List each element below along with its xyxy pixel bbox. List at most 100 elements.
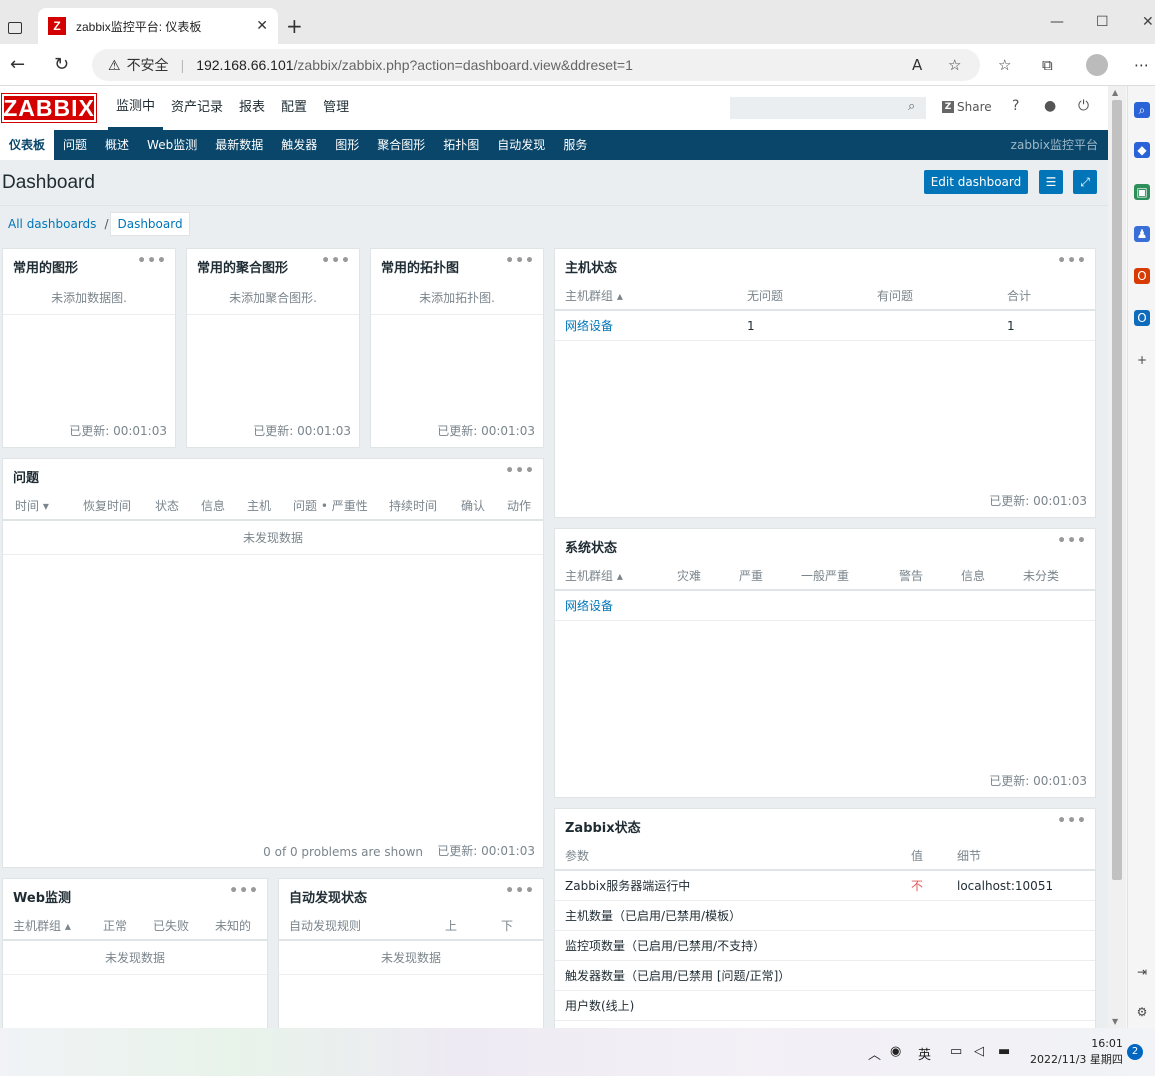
table-header: 主机群组 ▴ 正常 已失败 未知的 bbox=[3, 911, 267, 941]
windows-taskbar: ︿ ◉ 英 ▭ ◁ ▬ 16:01 2022/11/3 星期四 2 bbox=[0, 1028, 1155, 1076]
tab-actions-icon[interactable] bbox=[8, 22, 22, 34]
widget-menu-icon[interactable]: ••• bbox=[1057, 253, 1087, 269]
add-sidebar-icon[interactable]: + bbox=[1134, 352, 1150, 368]
maximize-icon[interactable]: ☐ bbox=[1096, 14, 1109, 30]
minimize-icon[interactable]: — bbox=[1050, 14, 1064, 30]
widget-menu-icon[interactable]: ••• bbox=[137, 253, 167, 269]
menu-reports[interactable]: 报表 bbox=[231, 86, 273, 130]
widget-header: 常用的聚合图形 ••• bbox=[187, 249, 359, 281]
browser-tab[interactable]: Z zabbix监控平台: 仪表板 ✕ bbox=[38, 8, 278, 44]
search-sidebar-icon[interactable]: ⌕ bbox=[1134, 102, 1150, 118]
battery-icon[interactable]: ▬ bbox=[998, 1044, 1010, 1059]
widget-menu-icon[interactable]: ••• bbox=[505, 463, 535, 479]
outlook-icon[interactable]: O bbox=[1134, 310, 1150, 326]
sidebar-exit-icon[interactable]: ⇥ bbox=[1134, 964, 1150, 980]
subnav-dashboard[interactable]: 仪表板 bbox=[0, 130, 55, 160]
subnav-services[interactable]: 服务 bbox=[554, 130, 596, 160]
url-bar[interactable]: ⚠ 不安全 | 192.168.66.101/zabbix/zabbix.php… bbox=[92, 49, 980, 81]
favorites-icon[interactable]: ☆ bbox=[998, 56, 1011, 74]
widget-menu-icon[interactable]: ••• bbox=[229, 883, 259, 899]
taskbar-clock[interactable]: 16:01 2022/11/3 星期四 bbox=[1030, 1036, 1123, 1068]
col-value: 值 bbox=[911, 848, 924, 863]
menu-inventory[interactable]: 资产记录 bbox=[163, 86, 231, 130]
ime-indicator[interactable]: 英 bbox=[918, 1044, 931, 1063]
scroll-down-icon[interactable]: ▼ bbox=[1112, 1017, 1118, 1026]
host-group-link[interactable]: 网络设备 bbox=[565, 317, 747, 334]
profile-avatar[interactable] bbox=[1086, 54, 1108, 76]
tray-expand-icon[interactable]: ︿ bbox=[868, 1044, 881, 1063]
page-scrollbar[interactable]: ▲ ▼ bbox=[1108, 86, 1126, 1028]
col-time[interactable]: 时间 ▾ bbox=[15, 497, 83, 514]
new-tab-icon[interactable]: + bbox=[286, 16, 303, 36]
office-icon[interactable]: O bbox=[1134, 268, 1150, 284]
breadcrumb-dashboard[interactable]: Dashboard bbox=[110, 212, 190, 236]
subnav-maps[interactable]: 拓扑图 bbox=[434, 130, 488, 160]
widget-title: 主机状态 bbox=[565, 261, 618, 276]
user-profile-icon[interactable]: ● bbox=[1044, 98, 1056, 114]
updated-time: 已更新: 00:01:03 bbox=[69, 424, 167, 438]
tools-icon[interactable]: ▣ bbox=[1134, 184, 1150, 200]
subnav-triggers[interactable]: 触发器 bbox=[272, 130, 326, 160]
browser-sidebar: ⌕ ◆ ▣ ♟ O O + ⇥ ⚙ bbox=[1127, 86, 1155, 1028]
collections-icon[interactable]: ⧉ bbox=[1042, 56, 1053, 74]
menu-administration[interactable]: 管理 bbox=[315, 86, 357, 130]
subnav-overview[interactable]: 概述 bbox=[96, 130, 138, 160]
col-host-group[interactable]: 主机群组 ▴ bbox=[565, 287, 747, 304]
widget-menu-icon[interactable]: ••• bbox=[505, 883, 535, 899]
col-host-group[interactable]: 主机群组 ▴ bbox=[565, 567, 677, 584]
share-button[interactable]: Z Share bbox=[942, 100, 992, 114]
table-row: 触发器数量（已启用/已禁用 [问题/正常]） bbox=[555, 961, 1095, 991]
empty-message: 未添加拓扑图. bbox=[371, 281, 543, 315]
col-host-group[interactable]: 主机群组 ▴ bbox=[13, 917, 103, 934]
read-aloud-icon[interactable]: A bbox=[912, 56, 922, 74]
cell-parameter: 监控项数量（已启用/已禁用/不支持） bbox=[565, 939, 766, 953]
subnav-discovery[interactable]: 自动发现 bbox=[488, 130, 554, 160]
subnav-problems[interactable]: 问题 bbox=[54, 130, 96, 160]
notification-badge[interactable]: 2 bbox=[1127, 1044, 1143, 1060]
sidebar-settings-icon[interactable]: ⚙ bbox=[1134, 1004, 1150, 1020]
col-parameter: 参数 bbox=[565, 848, 590, 863]
updated-time: 已更新: 00:01:03 bbox=[437, 844, 535, 858]
volume-icon[interactable]: ◁ bbox=[974, 1044, 984, 1059]
refresh-icon[interactable]: ↻ bbox=[54, 54, 69, 75]
window-close-icon[interactable]: ✕ bbox=[1142, 14, 1154, 30]
more-menu-icon[interactable]: ⋯ bbox=[1134, 56, 1149, 74]
url-separator: | bbox=[180, 57, 185, 73]
cell-total: 1 bbox=[1007, 318, 1015, 333]
tab-close-icon[interactable]: ✕ bbox=[256, 18, 268, 34]
widget-menu-icon[interactable]: ••• bbox=[321, 253, 351, 269]
subnav-screens[interactable]: 聚合图形 bbox=[368, 130, 434, 160]
favorite-add-icon[interactable]: ☆ bbox=[948, 56, 961, 74]
widget-menu-icon[interactable]: ••• bbox=[505, 253, 535, 269]
network-icon[interactable]: ▭ bbox=[950, 1044, 962, 1059]
search-icon[interactable]: ⌕ bbox=[908, 99, 915, 114]
scroll-up-icon[interactable]: ▲ bbox=[1112, 88, 1118, 97]
shopping-icon[interactable]: ◆ bbox=[1134, 142, 1150, 158]
fullscreen-button[interactable]: ⤢ bbox=[1073, 170, 1097, 194]
scrollbar-thumb[interactable] bbox=[1112, 100, 1122, 880]
menu-monitoring[interactable]: 监测中 bbox=[108, 86, 164, 130]
subnav-latest-data[interactable]: 最新数据 bbox=[206, 130, 272, 160]
games-icon[interactable]: ♟ bbox=[1134, 226, 1150, 242]
search-input[interactable] bbox=[730, 97, 926, 119]
clock-date: 2022/11/3 星期四 bbox=[1030, 1053, 1123, 1066]
logout-icon[interactable]: ⏻ bbox=[1078, 98, 1089, 114]
zabbix-logo[interactable]: ZABBIX bbox=[1, 93, 97, 123]
empty-message: 未添加数据图. bbox=[3, 281, 175, 315]
host-group-link[interactable]: 网络设备 bbox=[565, 597, 613, 614]
widget-menu-icon[interactable]: ••• bbox=[1057, 813, 1087, 829]
dashboard-actions-button[interactable]: ☰ bbox=[1039, 170, 1063, 194]
breadcrumb-all-dashboards[interactable]: All dashboards bbox=[2, 213, 102, 235]
qq-icon[interactable]: ◉ bbox=[890, 1044, 901, 1059]
widget-header: 主机状态 ••• bbox=[555, 249, 1095, 281]
col-not-classified: 未分类 bbox=[1023, 568, 1060, 583]
subnav-graphs[interactable]: 图形 bbox=[326, 130, 368, 160]
table-header: 主机群组 ▴ 灾难 严重 一般严重 警告 信息 未分类 bbox=[555, 561, 1095, 591]
help-icon[interactable]: ? bbox=[1012, 98, 1019, 114]
back-icon[interactable]: ← bbox=[10, 54, 25, 75]
widget-menu-icon[interactable]: ••• bbox=[1057, 533, 1087, 549]
col-unknown: 未知的 bbox=[215, 918, 252, 933]
subnav-web[interactable]: Web监测 bbox=[138, 130, 206, 160]
menu-configuration[interactable]: 配置 bbox=[273, 86, 315, 130]
edit-dashboard-button[interactable]: Edit dashboard bbox=[924, 170, 1028, 194]
